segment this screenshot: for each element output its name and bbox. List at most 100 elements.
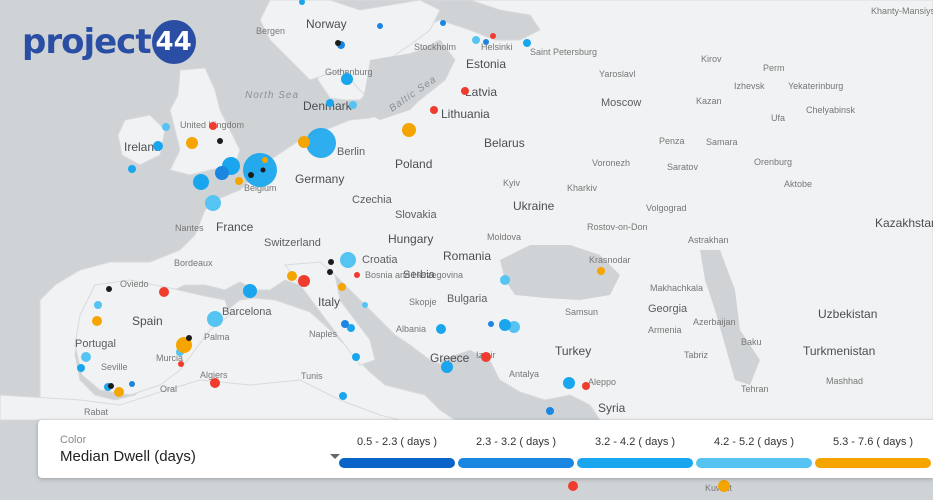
legend-bucket-3: 3.2 - 4.2 ( days ): [577, 436, 693, 468]
port-marker[interactable]: [500, 275, 510, 285]
port-marker[interactable]: [597, 267, 605, 275]
country-label: Portugal: [75, 338, 116, 350]
port-marker[interactable]: [153, 141, 163, 151]
port-marker[interactable]: [114, 387, 124, 397]
port-marker[interactable]: [352, 353, 360, 361]
port-marker[interactable]: [563, 377, 575, 389]
port-marker[interactable]: [354, 272, 360, 278]
legend-bucket-bar: [696, 458, 812, 468]
port-marker[interactable]: [499, 319, 511, 331]
port-marker[interactable]: [129, 381, 135, 387]
country-label: Romania: [443, 249, 491, 263]
port-marker[interactable]: [128, 165, 136, 173]
port-marker[interactable]: [341, 320, 349, 328]
port-marker[interactable]: [215, 166, 229, 180]
port-marker[interactable]: [483, 39, 489, 45]
country-label: Azerbaijan: [693, 317, 736, 327]
port-marker[interactable]: [339, 392, 347, 400]
country-label: Germany: [295, 172, 344, 186]
port-marker[interactable]: [430, 106, 438, 114]
port-marker[interactable]: [108, 383, 114, 389]
port-marker[interactable]: [178, 361, 184, 367]
port-marker[interactable]: [490, 33, 496, 39]
port-marker[interactable]: [402, 123, 416, 137]
country-label: Switzerland: [264, 237, 321, 249]
port-marker[interactable]: [207, 311, 223, 327]
port-marker[interactable]: [377, 23, 383, 29]
port-marker[interactable]: [326, 99, 334, 107]
port-marker[interactable]: [338, 283, 346, 291]
port-marker[interactable]: [340, 252, 356, 268]
port-marker[interactable]: [235, 177, 243, 185]
port-marker[interactable]: [106, 286, 112, 292]
port-marker[interactable]: [582, 382, 590, 390]
port-marker[interactable]: [217, 138, 223, 144]
country-label: Kazakhstan: [875, 216, 933, 230]
port-marker[interactable]: [210, 378, 220, 388]
port-marker[interactable]: [306, 128, 336, 158]
port-marker[interactable]: [162, 123, 170, 131]
port-marker[interactable]: [327, 269, 333, 275]
port-marker[interactable]: [461, 87, 469, 95]
port-marker[interactable]: [186, 335, 192, 341]
legend-bucket-label: 2.3 - 3.2 ( days ): [475, 436, 557, 448]
city-label: Stockholm: [414, 42, 456, 52]
port-marker[interactable]: [159, 287, 169, 297]
port-marker[interactable]: [243, 284, 257, 298]
city-label: Tunis: [301, 371, 323, 381]
city-label: Antalya: [509, 369, 539, 379]
port-marker[interactable]: [260, 167, 266, 173]
port-marker[interactable]: [77, 364, 85, 372]
port-marker[interactable]: [262, 157, 268, 163]
port-marker[interactable]: [718, 480, 730, 492]
port-marker[interactable]: [436, 324, 446, 334]
project44-logo[interactable]: project 44: [22, 20, 196, 64]
port-marker[interactable]: [341, 73, 353, 85]
port-marker[interactable]: [205, 195, 221, 211]
country-label: Italy: [318, 295, 340, 309]
port-marker[interactable]: [81, 352, 91, 362]
port-marker[interactable]: [523, 39, 531, 47]
port-marker[interactable]: [209, 122, 217, 130]
legend-bucket-1: 0.5 - 2.3 ( days ): [339, 436, 455, 468]
city-label: Saratov: [667, 162, 699, 172]
port-marker[interactable]: [92, 316, 102, 326]
port-marker[interactable]: [328, 259, 334, 265]
legend-bucket-bar: [577, 458, 693, 468]
city-label: Aleppo: [588, 377, 616, 387]
port-marker[interactable]: [287, 271, 297, 281]
port-marker[interactable]: [298, 275, 310, 287]
city-label: Kyiv: [503, 178, 521, 188]
port-marker[interactable]: [568, 481, 578, 491]
color-metric-select[interactable]: Color Median Dwell (days): [60, 434, 360, 474]
city-label: Oviedo: [120, 279, 149, 289]
port-marker[interactable]: [186, 137, 198, 149]
port-marker[interactable]: [349, 101, 357, 109]
country-label: Turkmenistan: [803, 344, 875, 358]
port-marker[interactable]: [193, 174, 209, 190]
country-label: Spain: [132, 314, 163, 328]
city-label: Rabat: [84, 407, 109, 417]
city-label: Skopje: [409, 297, 437, 307]
port-marker[interactable]: [440, 20, 446, 26]
port-marker[interactable]: [488, 321, 494, 327]
country-label: Syria: [598, 401, 626, 415]
country-label: Turkey: [555, 344, 591, 358]
city-label: Ufa: [771, 113, 785, 123]
port-marker[interactable]: [335, 40, 341, 46]
port-marker[interactable]: [441, 361, 453, 373]
legend-bucket-bar: [339, 458, 455, 468]
port-marker[interactable]: [546, 407, 554, 415]
city-label: Bergen: [256, 26, 285, 36]
port-marker[interactable]: [298, 136, 310, 148]
city-label: Krasnodar: [589, 255, 631, 265]
port-marker[interactable]: [362, 302, 368, 308]
port-marker[interactable]: [94, 301, 102, 309]
port-marker[interactable]: [248, 172, 254, 178]
port-marker[interactable]: [481, 352, 491, 362]
country-label: Georgia: [648, 303, 688, 315]
port-marker[interactable]: [243, 153, 277, 187]
logo-badge: 44: [151, 20, 196, 64]
city-label: Kazan: [696, 96, 722, 106]
port-marker[interactable]: [472, 36, 480, 44]
